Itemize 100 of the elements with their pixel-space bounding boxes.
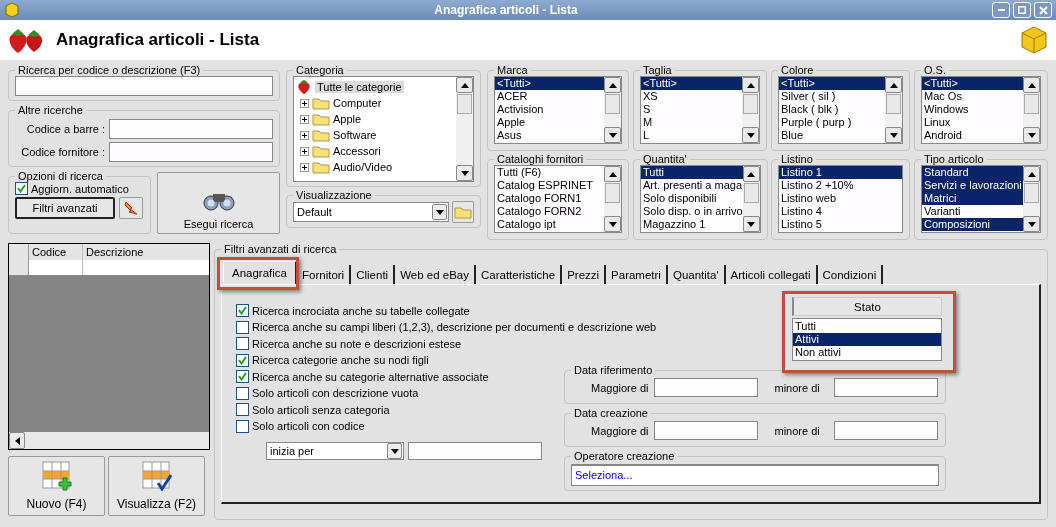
list-item[interactable]: Windows: [922, 103, 1023, 116]
list-item[interactable]: Composizioni: [922, 218, 1023, 231]
checkbox[interactable]: [236, 403, 249, 417]
date-field[interactable]: [654, 378, 759, 397]
checkbox[interactable]: [236, 337, 249, 351]
scrollbar[interactable]: [604, 166, 621, 232]
list-item[interactable]: Non attivi: [793, 346, 941, 359]
column-header[interactable]: Descrizione: [83, 244, 209, 260]
list-item[interactable]: <Tutti>: [641, 77, 742, 90]
scrollbar[interactable]: [1023, 166, 1040, 232]
checkbox[interactable]: [236, 419, 249, 433]
list-item[interactable]: Listino 4: [779, 205, 902, 218]
list-item[interactable]: Listino 2 +10%: [779, 179, 902, 192]
tree-item[interactable]: Tutte le categorie: [315, 81, 404, 93]
list-item[interactable]: Listino 1: [779, 166, 902, 179]
list-item[interactable]: Catalogo FORN1: [495, 192, 604, 205]
flame-button[interactable]: [119, 197, 143, 219]
list-item[interactable]: Black ( blk ): [779, 103, 885, 116]
list-item[interactable]: Catalog ESPRINET: [495, 179, 604, 192]
expand-icon[interactable]: [300, 162, 309, 172]
list-item[interactable]: Blue: [779, 129, 885, 142]
input-field[interactable]: [109, 119, 273, 139]
list-item[interactable]: Listino 5: [779, 218, 902, 231]
list-item[interactable]: Linux: [922, 116, 1023, 129]
expand-icon[interactable]: [300, 146, 309, 156]
checkbox[interactable]: [236, 370, 249, 384]
list-item[interactable]: Activision: [495, 103, 604, 116]
tree-item[interactable]: Accessori: [333, 145, 381, 157]
list-item[interactable]: Mac Os: [922, 90, 1023, 103]
date-field[interactable]: [834, 378, 939, 397]
tab[interactable]: Parametri: [606, 265, 668, 284]
minimize-button[interactable]: [992, 2, 1010, 18]
input-field[interactable]: [109, 142, 273, 162]
match-dropdown[interactable]: inizia per: [266, 442, 404, 460]
list-item[interactable]: S: [641, 103, 742, 116]
tab[interactable]: Condizioni: [817, 265, 884, 284]
list-item[interactable]: <Tutti>: [495, 77, 604, 90]
scrollbar[interactable]: [742, 77, 759, 143]
list-item[interactable]: Purple ( purp ): [779, 116, 885, 129]
tab[interactable]: Fornitori: [297, 265, 352, 284]
list-item[interactable]: Tutti: [793, 320, 941, 333]
expand-icon[interactable]: [300, 114, 309, 124]
checkbox[interactable]: [236, 386, 249, 400]
expand-icon[interactable]: [300, 130, 309, 140]
list-item[interactable]: Android: [922, 129, 1023, 142]
list-item[interactable]: Asus: [495, 129, 604, 142]
tree-item[interactable]: Computer: [333, 97, 382, 109]
expand-icon[interactable]: [300, 98, 309, 108]
list-item[interactable]: Tutti: [641, 166, 743, 179]
list-item[interactable]: Catalogo ipt: [495, 218, 604, 231]
list-item[interactable]: Art. presenti a maga: [641, 179, 743, 192]
scrollbar[interactable]: [885, 77, 902, 143]
list-item[interactable]: Silver ( sil ): [779, 90, 885, 103]
list-item[interactable]: Standard: [922, 166, 1023, 179]
close-button[interactable]: [1034, 2, 1052, 18]
tab[interactable]: Caratteristiche: [476, 265, 563, 284]
list-item[interactable]: Solo disp. o in arrivo: [641, 205, 743, 218]
tab[interactable]: Quantita': [667, 265, 726, 284]
list-item[interactable]: XS: [641, 90, 742, 103]
checkbox[interactable]: [236, 320, 249, 334]
list-item[interactable]: Listino web: [779, 192, 902, 205]
checkbox[interactable]: [236, 304, 249, 318]
list-item[interactable]: <Tutti>: [922, 77, 1023, 90]
list-item[interactable]: Servizi e lavorazioni: [922, 179, 1023, 192]
tab[interactable]: Prezzi: [562, 265, 607, 284]
list-item[interactable]: L: [641, 129, 742, 142]
operator-field[interactable]: Seleziona...: [571, 464, 939, 486]
tab[interactable]: Anagrafica: [223, 261, 297, 284]
search-field[interactable]: [15, 76, 273, 96]
maximize-button[interactable]: [1013, 2, 1031, 18]
tab[interactable]: Articoli collegati: [725, 265, 818, 284]
scrollbar[interactable]: [1023, 77, 1040, 143]
list-item[interactable]: <Tutti>: [779, 77, 885, 90]
filters-button[interactable]: Filtri avanzati: [15, 197, 115, 219]
date-field[interactable]: [654, 421, 759, 440]
view-button[interactable]: Visualizza (F2): [108, 456, 205, 516]
list-item[interactable]: Magazzino 1: [641, 218, 743, 231]
list-item[interactable]: Solo disponibili: [641, 192, 743, 205]
scrollbar[interactable]: [604, 77, 621, 143]
tab[interactable]: Clienti: [351, 265, 396, 284]
input-field[interactable]: [408, 442, 542, 460]
table-row[interactable]: [9, 260, 209, 276]
tree-item[interactable]: Software: [333, 129, 377, 141]
search-run-button[interactable]: Esegui ricerca: [157, 172, 280, 234]
tree-item[interactable]: Audio/Video: [333, 161, 393, 173]
list-item[interactable]: Matrici: [922, 192, 1023, 205]
list-item[interactable]: Attivi: [793, 333, 941, 346]
list-item[interactable]: Varianti: [922, 205, 1023, 218]
scrollbar[interactable]: [742, 166, 760, 232]
scrollbar[interactable]: [9, 432, 209, 449]
checkbox[interactable]: [236, 353, 249, 367]
tree-item[interactable]: Apple: [333, 113, 362, 125]
list-item[interactable]: M: [641, 116, 742, 129]
tab[interactable]: Web ed eBay: [395, 265, 476, 284]
list-item[interactable]: ACER: [495, 90, 604, 103]
checkbox[interactable]: [15, 182, 28, 195]
new-button[interactable]: Nuovo (F4): [8, 456, 105, 516]
list-item[interactable]: Catalogo FORN2: [495, 205, 604, 218]
list-item[interactable]: Tutti (F6): [495, 166, 604, 179]
scrollbar[interactable]: [456, 77, 473, 181]
